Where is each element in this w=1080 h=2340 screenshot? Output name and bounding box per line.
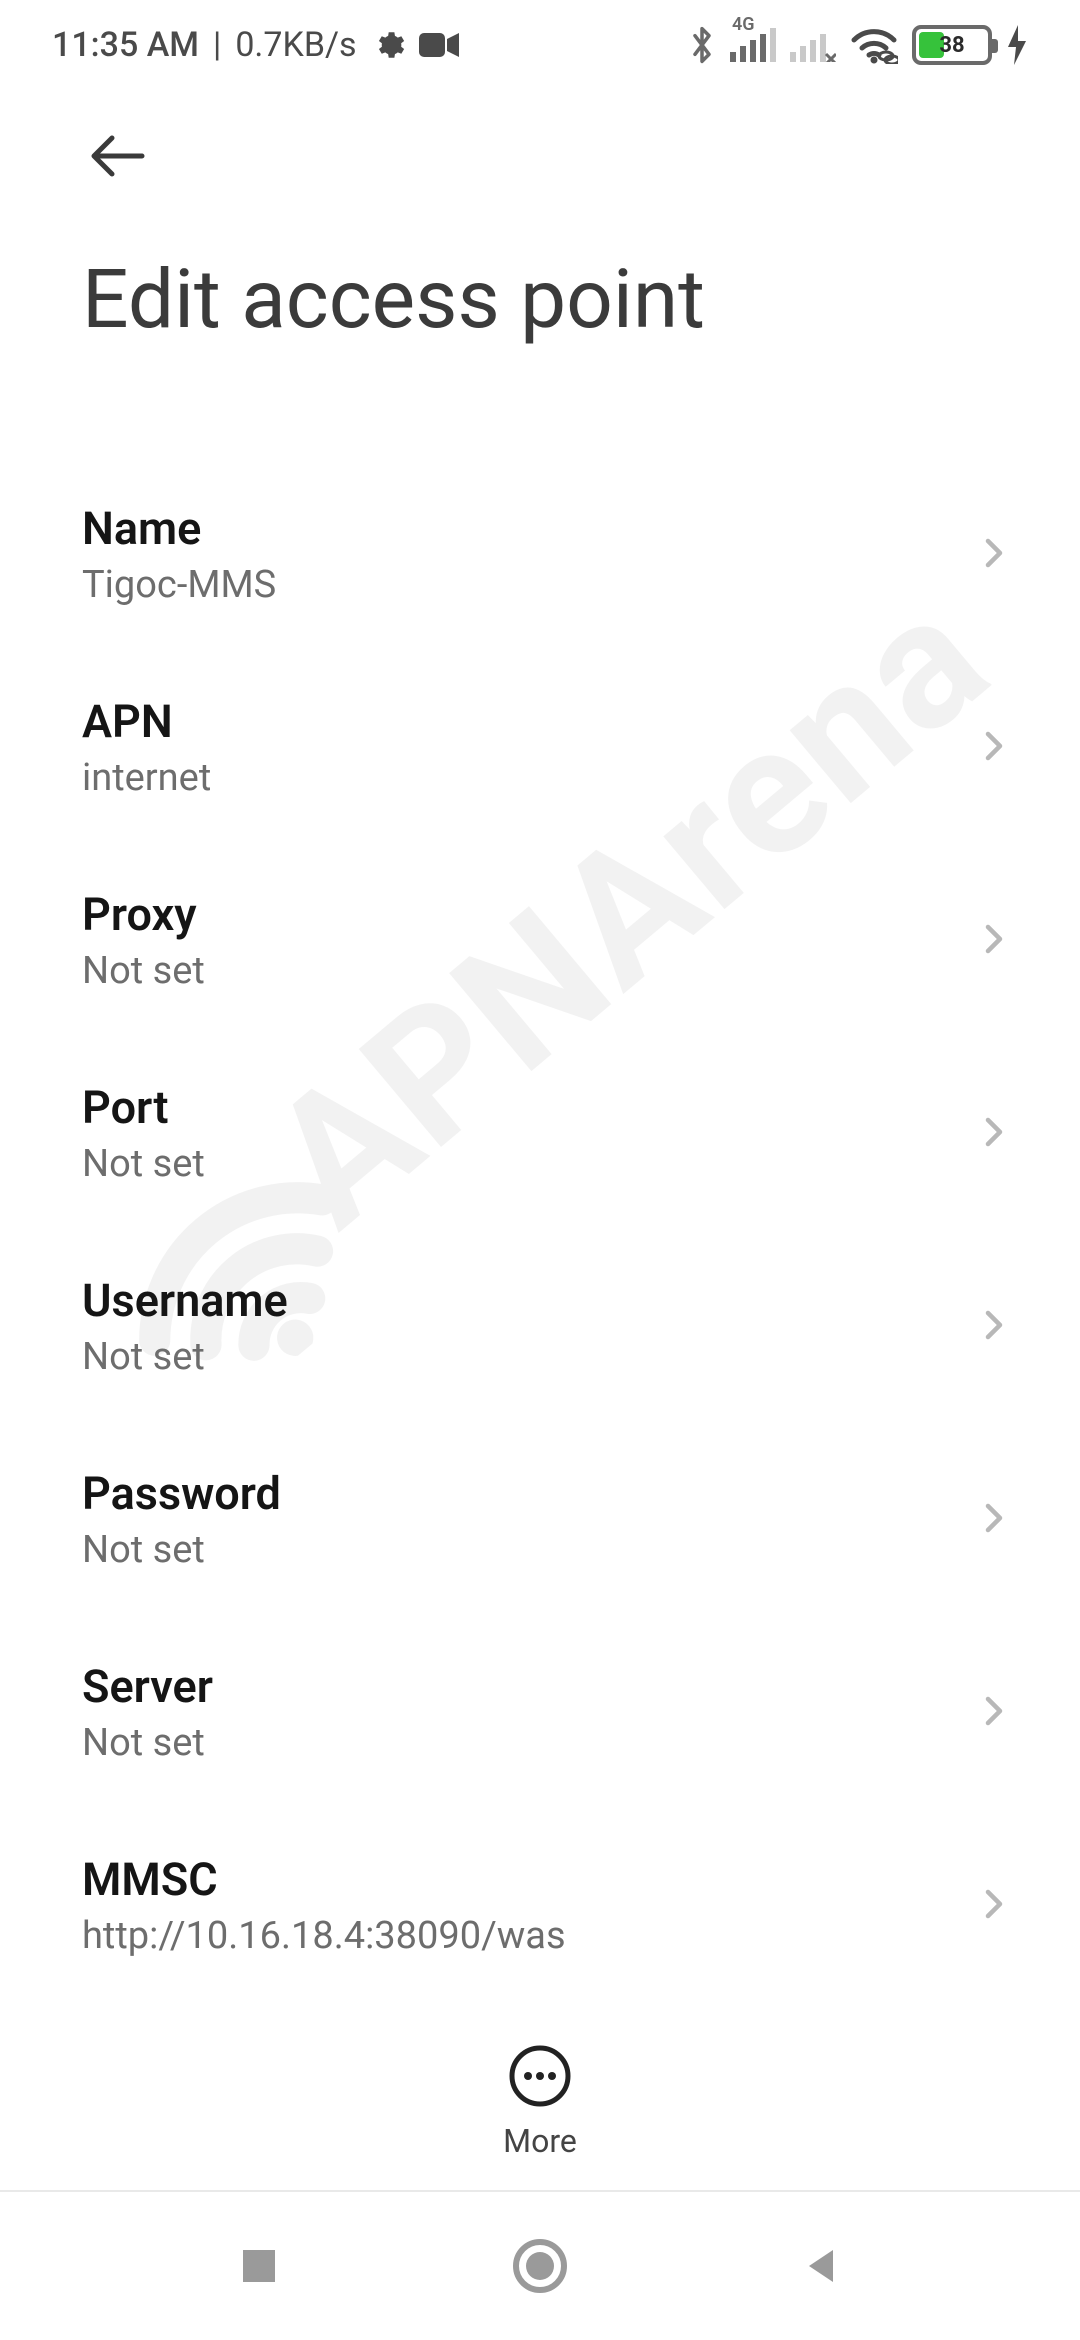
chevron-right-icon — [976, 1307, 1012, 1347]
system-nav-bar — [0, 2190, 1080, 2340]
signal-nosim-icon — [790, 28, 836, 62]
charging-icon — [1006, 25, 1028, 65]
more-icon — [508, 2044, 572, 2108]
more-label: More — [503, 2122, 577, 2160]
row-value: Not set — [82, 1528, 281, 1572]
row-mmsc[interactable]: MMSC http://10.16.18.4:38090/was — [0, 1809, 1080, 2002]
row-apn[interactable]: APN internet — [0, 651, 1080, 844]
more-button[interactable]: More — [503, 2044, 577, 2160]
header: Edit access point — [0, 90, 1080, 348]
signal-4g-label: 4G — [732, 14, 755, 35]
status-separator: | — [213, 25, 221, 65]
row-value: Not set — [82, 1142, 205, 1186]
row-title: MMSC — [82, 1853, 566, 1906]
row-value: http://10.16.18.4:38090/was — [82, 1914, 566, 1958]
nav-recent-button[interactable] — [235, 2242, 283, 2290]
triangle-left-icon — [797, 2242, 845, 2290]
gear-icon — [371, 28, 405, 62]
bluetooth-icon — [688, 25, 716, 65]
chevron-right-icon — [976, 728, 1012, 768]
row-title: Server — [82, 1660, 213, 1713]
row-port[interactable]: Port Not set — [0, 1037, 1080, 1230]
square-icon — [235, 2242, 283, 2290]
chevron-right-icon — [976, 1500, 1012, 1540]
status-bar: 11:35 AM | 0.7KB/s 4G — [0, 0, 1080, 90]
settings-list: Name Tigoc-MMS APN internet Proxy Not se… — [0, 458, 1080, 2195]
arrow-left-icon — [82, 120, 154, 192]
row-proxy[interactable]: Proxy Not set — [0, 844, 1080, 1037]
row-value: Tigoc-MMS — [82, 563, 276, 607]
chevron-right-icon — [976, 1114, 1012, 1154]
battery-percent: 38 — [916, 29, 988, 61]
page-title: Edit access point — [82, 252, 998, 348]
status-time: 11:35 AM — [52, 25, 199, 65]
circle-icon — [512, 2238, 568, 2294]
row-title: APN — [82, 695, 211, 748]
chevron-right-icon — [976, 1693, 1012, 1733]
chevron-right-icon — [976, 535, 1012, 575]
row-server[interactable]: Server Not set — [0, 1616, 1080, 1809]
row-title: Name — [82, 502, 276, 555]
nav-back-button[interactable] — [797, 2242, 845, 2290]
bottom-toolbar: More — [0, 2014, 1080, 2160]
nav-home-button[interactable] — [512, 2238, 568, 2294]
row-value: Not set — [82, 949, 205, 993]
video-icon — [419, 31, 459, 59]
chevron-right-icon — [976, 1886, 1012, 1926]
row-title: Password — [82, 1467, 281, 1520]
row-password[interactable]: Password Not set — [0, 1423, 1080, 1616]
chevron-right-icon — [976, 921, 1012, 961]
row-value: Not set — [82, 1335, 288, 1379]
row-username[interactable]: Username Not set — [0, 1230, 1080, 1423]
row-name[interactable]: Name Tigoc-MMS — [0, 458, 1080, 651]
battery-icon: 38 — [912, 25, 992, 65]
back-button[interactable] — [82, 120, 154, 192]
signal-4g-icon: 4G — [730, 28, 776, 62]
status-net-rate: 0.7KB/s — [235, 25, 356, 65]
row-value: internet — [82, 756, 211, 800]
wifi-status-icon — [850, 26, 898, 64]
row-value: Not set — [82, 1721, 213, 1765]
row-title: Username — [82, 1274, 288, 1327]
row-title: Proxy — [82, 888, 205, 941]
row-title: Port — [82, 1081, 205, 1134]
